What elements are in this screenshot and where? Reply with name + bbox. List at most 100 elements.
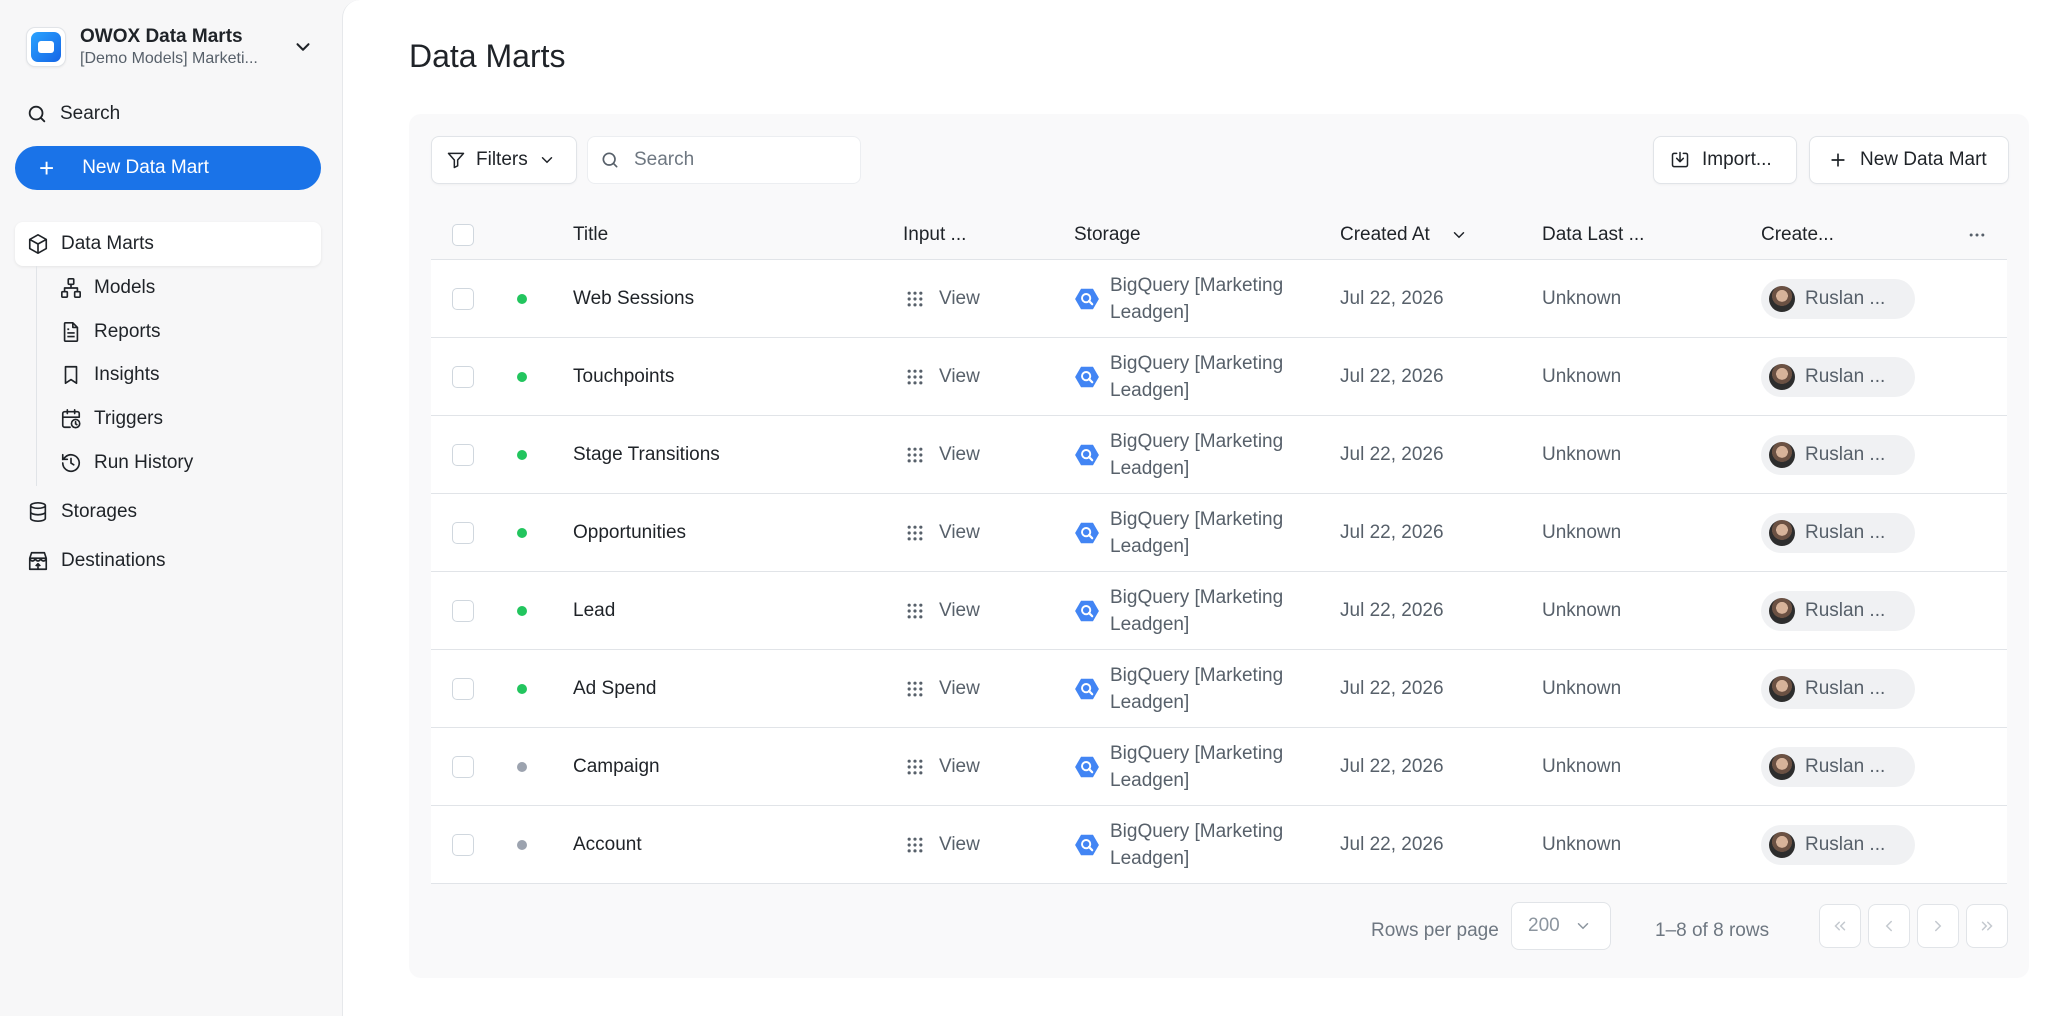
input-type-cell: View	[905, 834, 980, 856]
rows-per-page-select[interactable]: 200	[1511, 902, 1611, 950]
table-row[interactable]: Opportunities View BigQuery [Marketing L…	[431, 494, 2007, 572]
creator-chip[interactable]: Ruslan ...	[1761, 824, 1916, 865]
creator-chip[interactable]: Ruslan ...	[1761, 356, 1916, 397]
creator-chip[interactable]: Ruslan ...	[1761, 512, 1916, 553]
workspace-switcher[interactable]: OWOX Data Marts [Demo Models] Marketi...	[14, 14, 318, 80]
table-header: Title Input ... Storage Created At Data …	[431, 210, 2007, 260]
row-checkbox[interactable]	[452, 443, 474, 466]
sidebar-item-triggers[interactable]: Triggers	[48, 399, 163, 439]
next-page-button[interactable]	[1917, 904, 1959, 948]
table-row[interactable]: Ad Spend View BigQuery [Marketing Leadge…	[431, 650, 2007, 728]
data-mart-title[interactable]: Account	[573, 834, 642, 856]
grid-dots-icon	[907, 369, 923, 384]
bigquery-icon	[1075, 288, 1099, 309]
sidebar-item-storages[interactable]: Storages	[15, 490, 321, 534]
data-mart-title[interactable]: Touchpoints	[573, 366, 674, 388]
storage-label: BigQuery [Marketing Leadgen]	[1110, 274, 1284, 323]
column-header-storage[interactable]: Storage	[1074, 224, 1141, 246]
data-mart-title[interactable]: Campaign	[573, 756, 660, 778]
row-checkbox[interactable]	[452, 287, 474, 310]
search-icon	[602, 152, 618, 168]
new-data-mart-button[interactable]: + New Data Mart	[15, 146, 321, 190]
storage-label: BigQuery [Marketing Leadgen]	[1110, 820, 1284, 869]
input-type-label: View	[939, 521, 980, 543]
first-page-button[interactable]	[1819, 904, 1861, 948]
column-header-data-last[interactable]: Data Last ...	[1542, 224, 1644, 246]
creator-chip[interactable]: Ruslan ...	[1761, 278, 1916, 319]
search-icon	[28, 105, 46, 123]
sidebar-search[interactable]: Search	[14, 96, 318, 132]
sidebar-item-insights[interactable]: Insights	[48, 355, 159, 395]
data-marts-panel: Filters Import... New Data Mart Title In…	[409, 114, 2029, 978]
sidebar-item-data-marts[interactable]: Data Marts	[15, 222, 321, 266]
status-dot-icon	[517, 605, 527, 616]
status-dot-icon	[517, 293, 527, 304]
column-header-creator[interactable]: Create...	[1761, 224, 1834, 246]
sidebar-item-destinations[interactable]: Destinations	[15, 539, 321, 583]
column-options-icon[interactable]	[1967, 225, 1987, 245]
column-header-title[interactable]: Title	[573, 224, 608, 246]
created-at-cell: Jul 22, 2026	[1340, 755, 1444, 777]
new-data-mart-toolbar-button[interactable]: New Data Mart	[1809, 136, 2009, 184]
data-mart-title[interactable]: Opportunities	[573, 522, 686, 544]
chevron-down-icon	[296, 43, 310, 51]
storage-cell: BigQuery [Marketing Leadgen]	[1074, 662, 1310, 716]
select-all-checkbox[interactable]	[452, 223, 474, 246]
table-search[interactable]	[587, 136, 861, 184]
storage-label: BigQuery [Marketing Leadgen]	[1110, 664, 1284, 713]
creator-chip[interactable]: Ruslan ...	[1761, 434, 1916, 475]
status-dot-icon	[517, 761, 527, 772]
created-at-cell: Jul 22, 2026	[1340, 365, 1444, 387]
data-last-cell: Unknown	[1542, 521, 1622, 543]
row-checkbox[interactable]	[452, 755, 474, 778]
data-mart-title[interactable]: Lead	[573, 600, 615, 622]
rows-per-page-value: 200	[1528, 915, 1560, 936]
data-mart-title[interactable]: Web Sessions	[573, 288, 694, 310]
storage-label: BigQuery [Marketing Leadgen]	[1110, 742, 1284, 791]
bigquery-icon	[1075, 444, 1099, 465]
creator-chip[interactable]: Ruslan ...	[1761, 668, 1916, 709]
input-type-cell: View	[905, 756, 980, 778]
creator-chip[interactable]: Ruslan ...	[1761, 590, 1916, 631]
data-mart-title[interactable]: Stage Transitions	[573, 444, 720, 466]
sort-desc-icon	[1453, 231, 1465, 238]
creator-name: Ruslan ...	[1805, 287, 1886, 309]
data-last-cell: Unknown	[1542, 677, 1622, 699]
table-row[interactable]: Web Sessions View BigQuery [Marketing Le…	[431, 260, 2007, 338]
row-checkbox[interactable]	[452, 521, 474, 544]
created-at-cell: Jul 22, 2026	[1340, 521, 1444, 543]
table-row[interactable]: Lead View BigQuery [Marketing Leadgen] J…	[431, 572, 2007, 650]
submenu-guide-line	[36, 266, 37, 486]
row-checkbox[interactable]	[452, 599, 474, 622]
creator-chip[interactable]: Ruslan ...	[1761, 746, 1916, 787]
sidebar-item-reports[interactable]: Reports	[48, 312, 161, 352]
filters-button[interactable]: Filters	[431, 136, 577, 184]
table-row[interactable]: Stage Transitions View BigQuery [Marketi…	[431, 416, 2007, 494]
sidebar-item-label: Destinations	[61, 550, 166, 571]
sidebar-item-run-history[interactable]: Run History	[48, 443, 193, 483]
row-checkbox[interactable]	[452, 677, 474, 700]
data-mart-title[interactable]: Ad Spend	[573, 678, 656, 700]
created-at-cell: Jul 22, 2026	[1340, 287, 1444, 309]
data-last-cell: Unknown	[1542, 755, 1622, 777]
table-row[interactable]: Account View BigQuery [Marketing Leadgen…	[431, 806, 2007, 884]
page-title: Data Marts	[409, 38, 566, 74]
sidebar-item-models[interactable]: Models	[48, 268, 155, 308]
column-header-input[interactable]: Input ...	[903, 224, 966, 246]
row-checkbox[interactable]	[452, 365, 474, 388]
avatar	[1769, 519, 1795, 546]
input-type-label: View	[939, 833, 980, 855]
import-button[interactable]: Import...	[1653, 136, 1797, 184]
previous-page-button[interactable]	[1868, 904, 1910, 948]
storage-cell: BigQuery [Marketing Leadgen]	[1074, 428, 1310, 482]
search-input[interactable]	[634, 149, 834, 171]
plus-icon: +	[39, 153, 55, 183]
row-checkbox[interactable]	[452, 833, 474, 856]
table-row[interactable]: Campaign View BigQuery [Marketing Leadge…	[431, 728, 2007, 806]
last-page-button[interactable]	[1966, 904, 2008, 948]
chevrons-left-icon	[1834, 921, 1846, 931]
table-row[interactable]: Touchpoints View BigQuery [Marketing Lea…	[431, 338, 2007, 416]
column-header-created-at[interactable]: Created At	[1340, 224, 1468, 246]
grid-dots-icon	[907, 291, 923, 306]
workspace-title: OWOX Data Marts	[80, 26, 243, 47]
